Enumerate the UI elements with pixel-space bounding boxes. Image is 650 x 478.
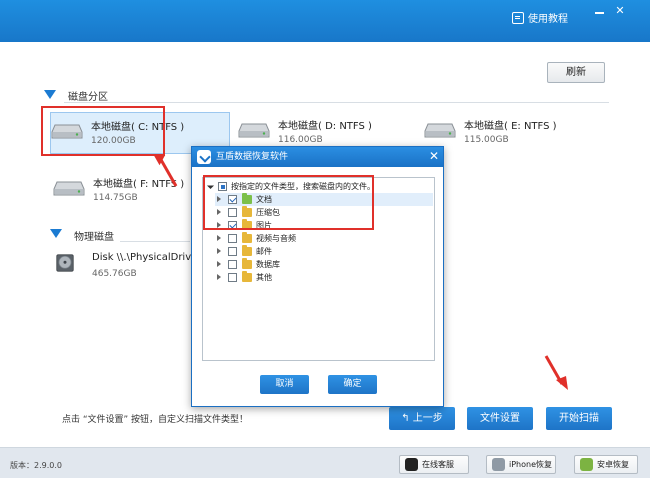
cancel-button[interactable]: 取消 xyxy=(260,375,309,394)
checkbox[interactable] xyxy=(228,221,237,230)
folder-icon xyxy=(242,271,252,282)
tree-root[interactable]: 按指定的文件类型，搜索磁盘内的文件。 xyxy=(206,180,431,193)
folder-icon xyxy=(242,258,252,269)
android-icon xyxy=(580,458,593,471)
drive-name: 本地磁盘( C: NTFS ) xyxy=(91,122,185,133)
minimize-button[interactable] xyxy=(592,4,608,18)
ok-button[interactable]: 确定 xyxy=(328,375,377,394)
disk-name: Disk \\.\PhysicalDrive xyxy=(92,252,192,263)
android-recovery-button[interactable]: 安卓恢复 xyxy=(574,455,638,474)
checkbox[interactable] xyxy=(228,208,237,217)
tree-item-archives[interactable]: 压缩包 xyxy=(215,206,433,219)
iphone-recovery-label: iPhone恢复 xyxy=(509,460,553,469)
phone-icon xyxy=(492,458,505,471)
tree-item-email[interactable]: 邮件 xyxy=(215,245,433,258)
tree-item-database[interactable]: 数据库 xyxy=(215,258,433,271)
help-tutorial-link[interactable]: 使用教程 xyxy=(512,10,568,25)
expand-triangle-icon[interactable] xyxy=(217,196,221,202)
dialog-title-bar: 互盾数据恢复软件 ✕ xyxy=(192,147,443,167)
online-support-button[interactable]: 在线客服 xyxy=(399,455,469,474)
android-recovery-label: 安卓恢复 xyxy=(597,460,629,469)
tree-item-label: 数据库 xyxy=(256,260,280,269)
physical-divider xyxy=(120,241,190,242)
iphone-recovery-button[interactable]: iPhone恢复 xyxy=(486,455,556,474)
expand-triangle-icon[interactable] xyxy=(206,181,215,190)
checkbox[interactable] xyxy=(228,195,237,204)
expand-triangle-icon[interactable] xyxy=(217,261,221,267)
title-bar: 使用教程 ✕ xyxy=(0,0,650,42)
expand-triangle-icon[interactable] xyxy=(217,248,221,254)
refresh-button[interactable]: 刷新 xyxy=(547,62,605,83)
checkbox[interactable] xyxy=(228,234,237,243)
prev-step-button[interactable]: ↰ 上一步 xyxy=(389,407,455,430)
version-label: 版本：2.9.0.0 xyxy=(10,461,62,470)
disk-platter-icon xyxy=(56,254,74,272)
close-icon[interactable]: ✕ xyxy=(429,150,439,163)
folder-icon xyxy=(242,206,252,217)
tree-item-images[interactable]: 图片 xyxy=(215,219,433,232)
prev-step-label: 上一步 xyxy=(412,413,443,424)
file-type-tree: 按指定的文件类型，搜索磁盘内的文件。 文档 压缩包 图片 视频与音频 邮件 数据… xyxy=(202,177,435,361)
hard-drive-icon xyxy=(424,123,456,138)
drive-e[interactable]: 本地磁盘( E: NTFS ) 115.00GB xyxy=(424,112,604,154)
tree-root-label: 按指定的文件类型，搜索磁盘内的文件。 xyxy=(231,182,375,191)
tree-item-video-audio[interactable]: 视频与音频 xyxy=(215,232,433,245)
drive-size: 116.00GB xyxy=(278,135,323,145)
drive-size: 120.00GB xyxy=(91,136,136,146)
disk-size: 465.76GB xyxy=(92,269,137,279)
folder-icon xyxy=(242,219,252,230)
hard-drive-icon xyxy=(51,124,83,139)
folder-icon xyxy=(242,193,252,204)
drive-name: 本地磁盘( D: NTFS ) xyxy=(278,121,372,132)
expand-triangle-icon[interactable] xyxy=(217,209,221,215)
back-arrow-icon: ↰ xyxy=(401,413,410,424)
status-bar: 版本：2.9.0.0 在线客服 iPhone恢复 安卓恢复 xyxy=(0,447,650,478)
expand-triangle-icon[interactable] xyxy=(217,274,221,280)
tree-item-label: 压缩包 xyxy=(256,208,280,217)
annotation-arrow-icon xyxy=(153,154,178,187)
physical-section-label: 物理磁盘 xyxy=(74,232,114,243)
tree-item-label: 其他 xyxy=(256,273,272,282)
book-icon xyxy=(512,11,524,24)
hint-text: 点击 “文件设置” 按钮，自定义扫描文件类型！ xyxy=(62,415,249,425)
partitions-section-label: 磁盘分区 xyxy=(68,92,108,103)
tree-item-other[interactable]: 其他 xyxy=(215,271,433,284)
hard-drive-icon xyxy=(53,181,85,196)
online-support-label: 在线客服 xyxy=(422,460,454,469)
drive-size: 114.75GB xyxy=(93,193,138,203)
close-icon[interactable]: ✕ xyxy=(612,4,628,18)
annotation-arrow-icon xyxy=(544,355,568,390)
physical-disk-0[interactable]: Disk \\.\PhysicalDrive 465.76GB xyxy=(56,246,192,288)
folder-icon xyxy=(242,232,252,243)
tree-item-label: 视频与音频 xyxy=(256,234,296,243)
expand-triangle-icon[interactable] xyxy=(217,235,221,241)
file-type-dialog: 互盾数据恢复软件 ✕ 按指定的文件类型，搜索磁盘内的文件。 文档 压缩包 图片 xyxy=(191,146,444,407)
help-label: 使用教程 xyxy=(528,14,568,25)
tree-item-label: 邮件 xyxy=(256,247,272,256)
drive-name: 本地磁盘( E: NTFS ) xyxy=(464,121,557,132)
folder-icon xyxy=(242,245,252,256)
checkbox[interactable] xyxy=(228,247,237,256)
expand-triangle-icon[interactable] xyxy=(217,222,221,228)
collapse-partitions-icon[interactable] xyxy=(44,90,56,99)
checkbox[interactable] xyxy=(228,260,237,269)
drive-size: 115.00GB xyxy=(464,135,509,145)
dialog-title: 互盾数据恢复软件 xyxy=(216,152,289,162)
qq-icon xyxy=(405,458,418,471)
collapse-physical-icon[interactable] xyxy=(50,229,62,238)
checkbox[interactable] xyxy=(228,273,237,282)
start-scan-button[interactable]: 开始扫描 xyxy=(546,407,612,430)
checkbox[interactable] xyxy=(218,182,227,191)
partitions-divider xyxy=(64,102,609,103)
shield-logo-icon xyxy=(197,150,211,164)
tree-item-documents[interactable]: 文档 xyxy=(215,193,433,206)
tree-item-label: 文档 xyxy=(256,195,272,204)
hard-drive-icon xyxy=(238,123,270,138)
tree-item-label: 图片 xyxy=(256,221,272,230)
file-settings-button[interactable]: 文件设置 xyxy=(467,407,533,430)
